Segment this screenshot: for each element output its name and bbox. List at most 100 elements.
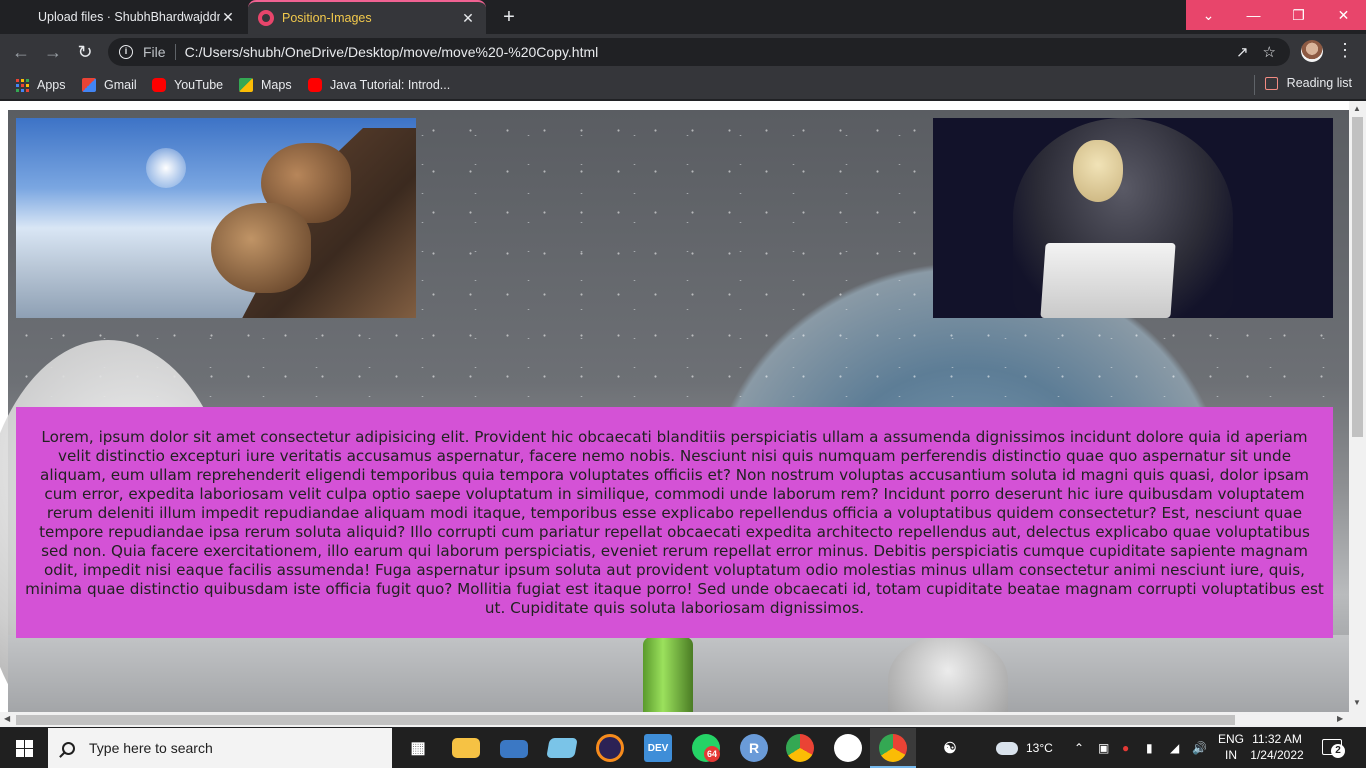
scheme-label: File <box>143 44 176 60</box>
antivirus-icon[interactable]: ● <box>1122 728 1129 768</box>
reload-icon[interactable]: ↻ <box>74 42 96 64</box>
chrome-icon[interactable] <box>786 734 814 762</box>
start-button[interactable] <box>0 728 48 768</box>
sun-glow <box>146 148 186 188</box>
tab-upload-files[interactable]: Upload files · ShubhBhardwajddn ✕ <box>28 0 246 34</box>
bookmark-star-icon[interactable]: ☆ <box>1263 43 1276 61</box>
scroll-up-icon[interactable]: ▲ <box>1353 104 1361 113</box>
bookmark-apps[interactable]: Apps <box>16 76 66 94</box>
mask-face <box>1073 140 1123 202</box>
task-view-icon[interactable]: ▦ <box>404 734 432 762</box>
r-app-icon[interactable]: R <box>740 734 768 762</box>
whatsapp-badge: 64 <box>704 746 720 762</box>
notification-count: 2 <box>1331 744 1345 758</box>
tab-strip: Upload files · ShubhBhardwajddn ✕ Positi… <box>0 0 1366 34</box>
restore-button[interactable]: ❐ <box>1276 0 1321 30</box>
youtube-icon <box>152 78 166 92</box>
battery-icon[interactable]: ▮ <box>1146 728 1153 768</box>
system-tray-chevron-icon[interactable]: ⌃ <box>1074 728 1084 768</box>
file-explorer-icon[interactable] <box>452 738 480 758</box>
bookmark-label: Java Tutorial: Introd... <box>330 78 451 92</box>
reading-list-label: Reading list <box>1286 76 1352 90</box>
info-icon[interactable]: i <box>119 45 133 59</box>
tab-position-images[interactable]: Position-Images ✕ <box>248 0 486 34</box>
search-placeholder: Type here to search <box>89 740 213 756</box>
weather-temp: 13°C <box>1026 741 1053 755</box>
scroll-right-icon[interactable]: ▶ <box>1337 714 1343 723</box>
page-favicon-icon <box>258 10 274 26</box>
horizontal-scroll-thumb[interactable] <box>16 715 1235 725</box>
app-icon[interactable] <box>834 734 862 762</box>
reading-list-button[interactable]: Reading list <box>1264 76 1352 90</box>
close-tab-icon[interactable]: ✕ <box>460 10 476 27</box>
hacker-image <box>933 118 1333 318</box>
bookmark-java-tutorial[interactable]: Java Tutorial: Introd... <box>308 76 450 94</box>
close-window-button[interactable]: ✕ <box>1321 0 1366 30</box>
taskbar-clock[interactable]: 11:32 AM 1/24/2022 <box>1248 731 1306 763</box>
eclipse-icon[interactable] <box>596 734 624 762</box>
menu-dots-icon[interactable]: ⋮ <box>1336 40 1354 61</box>
lorem-paragraph: Lorem, ipsum dolor sit amet consectetur … <box>25 427 1324 617</box>
vertical-scrollbar[interactable]: ▲ ▼ <box>1349 101 1366 727</box>
forward-arrow-icon[interactable]: → <box>42 42 64 64</box>
profile-avatar[interactable] <box>1301 40 1323 62</box>
space-background-image: Lorem, ipsum dolor sit amet consectetur … <box>0 110 1349 727</box>
tab-title: Position-Images <box>282 11 372 25</box>
people-icon[interactable]: ☯ <box>936 734 964 762</box>
bookmark-youtube[interactable]: YouTube <box>152 76 223 94</box>
windows-taskbar: Type here to search <box>0 728 1366 768</box>
notes-app-icon[interactable] <box>546 738 578 758</box>
scroll-left-icon[interactable]: ◀ <box>4 714 10 723</box>
tab-search-button[interactable]: ⌄ <box>1186 0 1231 30</box>
green-bottle-shape <box>643 637 693 717</box>
address-bar[interactable]: i File C:/Users/shubh/OneDrive/Desktop/m… <box>108 38 1290 66</box>
cloud-icon <box>996 741 1018 755</box>
gmail-icon <box>82 78 96 92</box>
close-tab-icon[interactable]: ✕ <box>220 9 236 26</box>
lorem-text-box: Lorem, ipsum dolor sit amet consectetur … <box>16 407 1333 638</box>
eagles-image <box>16 118 416 318</box>
tab-title: Upload files · ShubhBhardwajddn <box>38 10 220 24</box>
search-icon <box>62 741 75 755</box>
minimize-button[interactable]: — <box>1231 0 1276 30</box>
new-tab-button[interactable]: + <box>496 5 522 29</box>
reading-list-icon <box>1264 76 1278 90</box>
weather-widget[interactable]: 13°C <box>996 728 1053 768</box>
eagle-shape <box>211 203 311 293</box>
language-line2: IN <box>1225 748 1237 762</box>
volume-icon[interactable]: 🔊 <box>1192 728 1207 768</box>
tray-icon[interactable]: ▣ <box>1098 728 1109 768</box>
url-text[interactable]: C:/Users/shubh/OneDrive/Desktop/move/mov… <box>185 44 1236 60</box>
laptop-shape <box>1040 243 1176 318</box>
clock-date: 1/24/2022 <box>1250 748 1304 762</box>
scroll-down-icon[interactable]: ▼ <box>1353 698 1361 707</box>
bookmark-label: Maps <box>261 78 292 92</box>
window-controls: ⌄ — ❐ ✕ <box>1186 0 1366 30</box>
bookmark-label: YouTube <box>174 78 224 92</box>
bookmarks-divider <box>1254 75 1255 95</box>
dev-cpp-icon[interactable]: DEV <box>644 734 672 762</box>
back-arrow-icon[interactable]: ← <box>10 42 32 64</box>
youtube-icon <box>308 78 322 92</box>
bookmark-label: Apps <box>37 78 66 92</box>
chrome-active-icon[interactable] <box>879 734 907 762</box>
horizontal-scrollbar[interactable]: ◀ ▶ <box>0 712 1349 727</box>
browser-toolbar: ← → ↻ i File C:/Users/shubh/OneDrive/Des… <box>0 34 1366 70</box>
bookmark-gmail[interactable]: Gmail <box>82 76 137 94</box>
bookmark-maps[interactable]: Maps <box>239 76 292 94</box>
bookmarks-bar: Apps Gmail YouTube Maps Java Tutorial: I… <box>0 70 1366 100</box>
page-viewport: Lorem, ipsum dolor sit amet consectetur … <box>0 101 1366 727</box>
notification-center-icon[interactable]: 2 <box>1322 739 1345 758</box>
taskbar-search-box[interactable]: Type here to search <box>48 728 392 768</box>
language-indicator[interactable]: ENG IN <box>1214 731 1248 763</box>
apps-grid-icon <box>16 78 29 92</box>
clock-time: 11:32 AM <box>1252 732 1302 746</box>
language-line1: ENG <box>1217 732 1244 746</box>
windows-logo-icon <box>15 739 33 757</box>
vertical-scroll-thumb[interactable] <box>1352 117 1363 437</box>
maps-icon <box>239 78 253 92</box>
wifi-icon[interactable]: ◢ <box>1170 728 1179 768</box>
share-icon[interactable]: ↗ <box>1236 43 1249 61</box>
bookmark-label: Gmail <box>104 78 137 92</box>
pc-icon[interactable] <box>500 740 528 758</box>
